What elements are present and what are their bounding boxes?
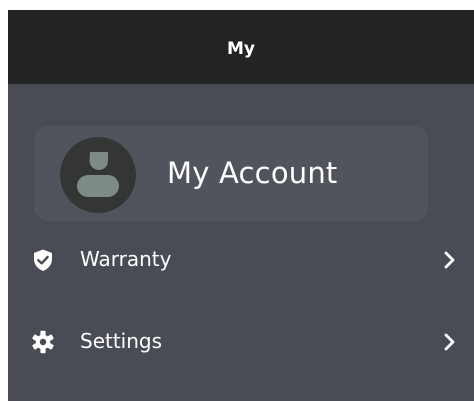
chevron-right-icon bbox=[444, 333, 455, 351]
app-screen: My My Account Warranty Settings bbox=[8, 10, 474, 401]
content-area: My Account Warranty Settings bbox=[8, 84, 474, 401]
menu-item-label: Warranty bbox=[80, 247, 172, 271]
menu-item-warranty[interactable]: Warranty bbox=[8, 229, 474, 289]
avatar bbox=[60, 137, 136, 213]
menu-item-label: Settings bbox=[80, 329, 163, 353]
gear-icon bbox=[32, 330, 54, 354]
top-bar: My bbox=[8, 10, 474, 84]
page-title: My bbox=[227, 39, 255, 59]
account-label: My Account bbox=[167, 156, 338, 190]
menu-item-settings[interactable]: Settings bbox=[8, 311, 474, 371]
my-account-card[interactable]: My Account bbox=[34, 126, 428, 221]
chevron-right-icon bbox=[444, 251, 455, 269]
user-avatar-icon bbox=[77, 152, 119, 197]
shield-check-icon bbox=[34, 249, 52, 271]
